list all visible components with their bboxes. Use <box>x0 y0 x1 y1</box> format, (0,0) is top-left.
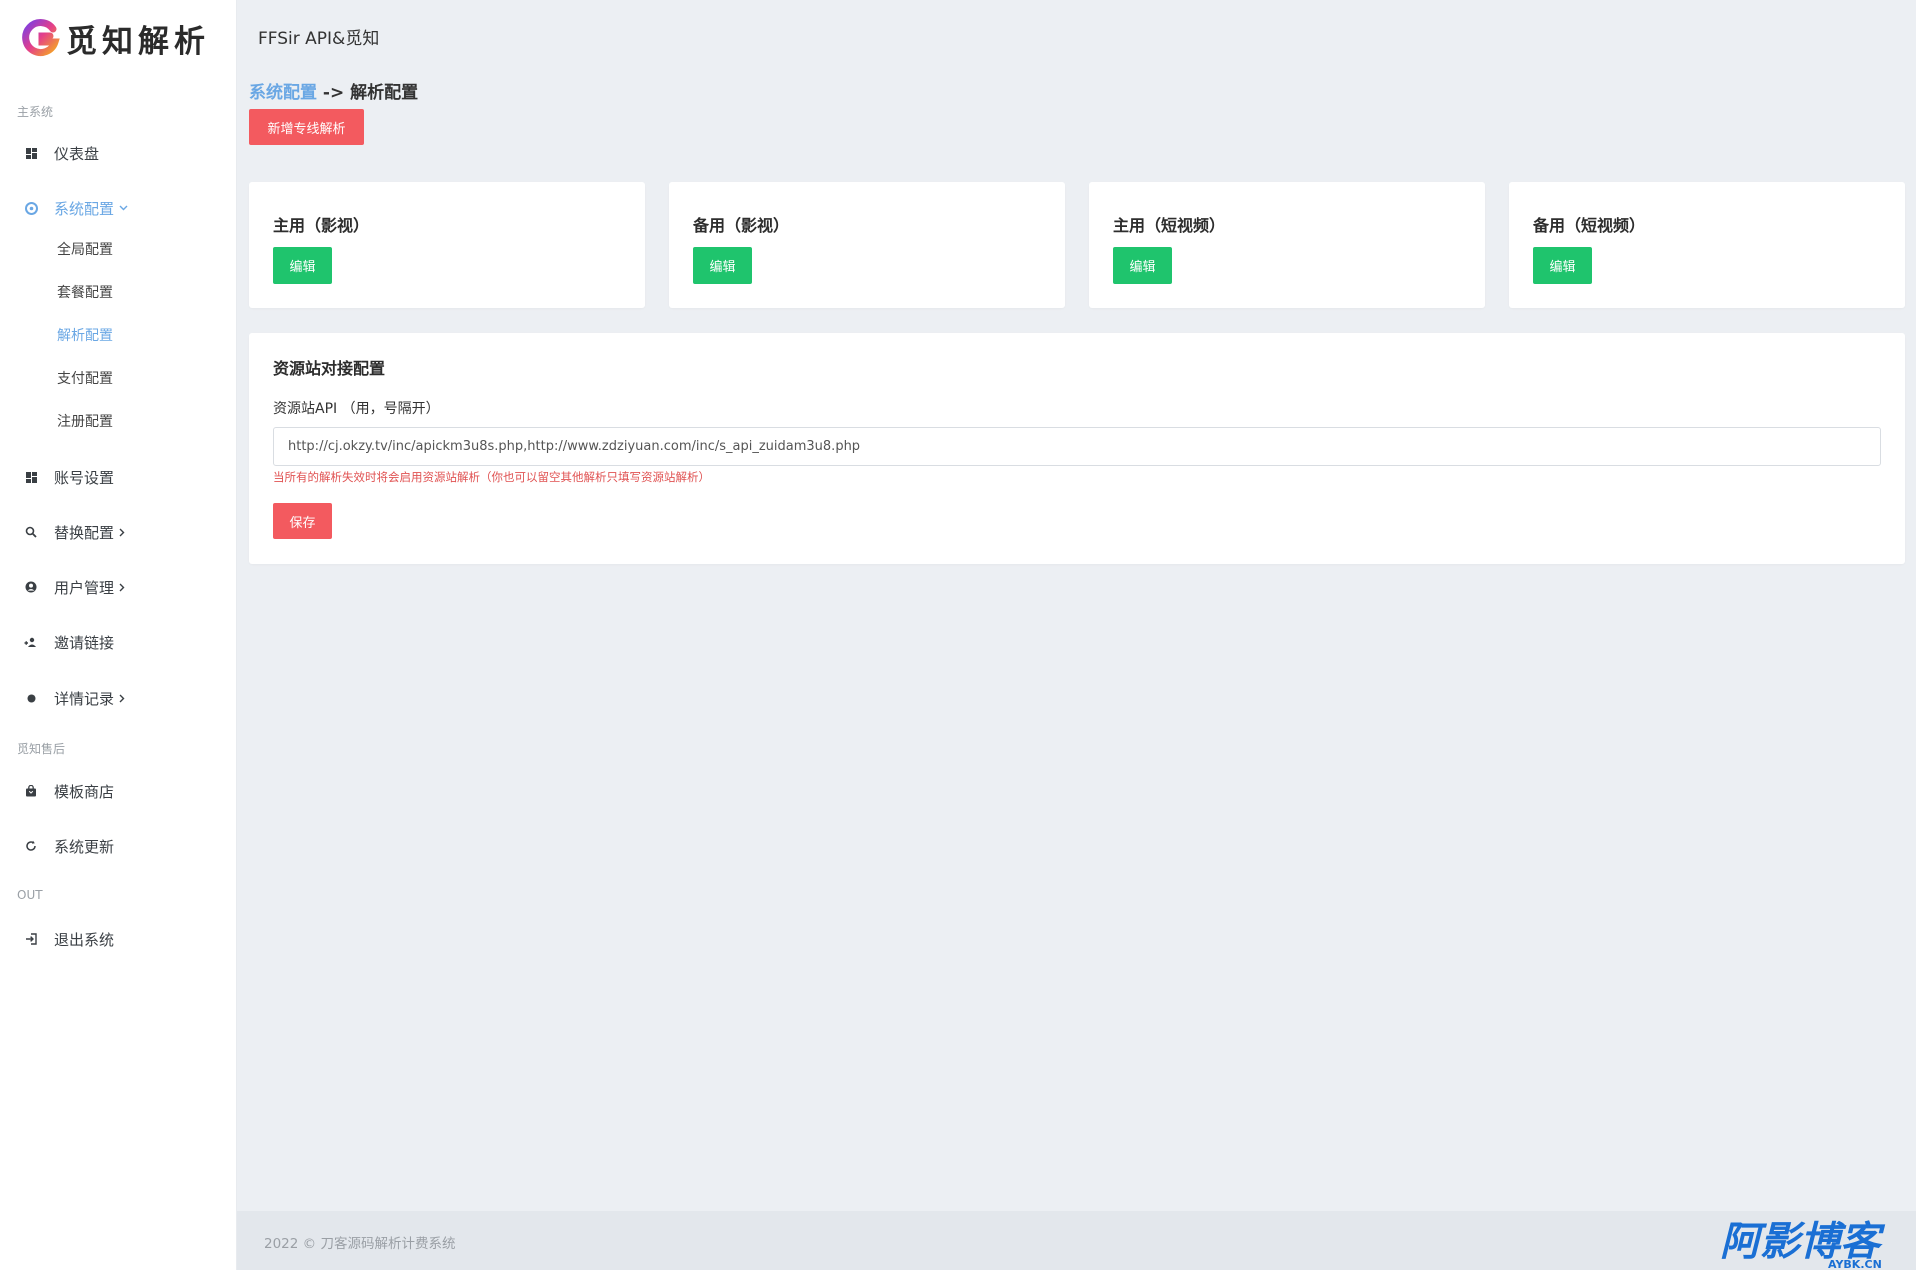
edit-button[interactable]: 编辑 <box>273 247 332 284</box>
logo-icon <box>22 19 60 57</box>
footer-copyright: 2022 © 刀客源码解析计费系统 <box>264 1236 456 1252</box>
card-title: 主用（短视频） <box>1113 216 1226 235</box>
dashboard-icon <box>24 146 38 160</box>
breadcrumb: 系统配置 -> 解析配置 <box>249 78 418 103</box>
sidebar-item-label: 模板商店 <box>54 782 115 801</box>
watermark-logo: 阿影博客 AYBK.CN <box>1720 1219 1886 1270</box>
api-field-hint: 当所有的解析失效时将会启用资源站解析（你也可以留空其他解析只填写资源站解析） <box>273 470 710 484</box>
sidebar-item-logout[interactable]: 退出系统 <box>0 924 236 954</box>
sidebar-subitem-parse-config[interactable]: 解析配置 <box>57 323 113 347</box>
sidebar-item-label: 系统更新 <box>54 837 115 856</box>
sidebar-item-label: 用户管理 <box>54 578 115 597</box>
sidebar-item-system-update[interactable]: 系统更新 <box>0 831 236 861</box>
sidebar-item-label: 仪表盘 <box>54 144 100 163</box>
card-title: 备用（影视） <box>693 216 790 235</box>
breadcrumb-separator: -> <box>317 83 351 103</box>
card-title: 主用（影视） <box>273 216 370 235</box>
sidebar-item-user-management[interactable]: 用户管理 <box>0 572 236 602</box>
edit-button[interactable]: 编辑 <box>1533 247 1592 284</box>
save-button[interactable]: 保存 <box>273 503 332 539</box>
parse-card-main-video: 主用（影视） 编辑 <box>249 182 645 308</box>
sidebar: 觅知解析 主系统 仪表盘 系统配置 全局配置 套餐配置 解析配置 支付配置 注册… <box>0 0 237 1270</box>
sidebar-item-dashboard[interactable]: 仪表盘 <box>0 138 236 168</box>
chevron-right-icon <box>119 527 129 537</box>
parse-card-main-short-video: 主用（短视频） 编辑 <box>1089 182 1485 308</box>
dashboard-icon <box>24 470 38 484</box>
watermark-subtext: AYBK.CN <box>1828 1258 1882 1270</box>
user-icon <box>24 580 38 594</box>
sidebar-item-replace-config[interactable]: 替换配置 <box>0 517 236 547</box>
sidebar-item-label: 邀请链接 <box>54 633 115 652</box>
resource-config-card: 资源站对接配置 资源站API （用，号隔开） 当所有的解析失效时将会启用资源站解… <box>249 333 1905 564</box>
dot-icon <box>24 691 38 705</box>
chevron-down-icon <box>119 203 129 213</box>
parse-card-backup-short-video: 备用（短视频） 编辑 <box>1509 182 1905 308</box>
search-icon <box>24 525 38 539</box>
logout-icon <box>24 932 38 946</box>
header-title: FFSir API&觅知 <box>258 29 380 49</box>
bag-icon <box>24 784 38 798</box>
sidebar-item-template-store[interactable]: 模板商店 <box>0 776 236 806</box>
breadcrumb-parent-link[interactable]: 系统配置 <box>249 83 317 103</box>
footer: 2022 © 刀客源码解析计费系统 阿影博客 AYBK.CN <box>237 1211 1916 1270</box>
resource-api-input[interactable] <box>273 427 1881 466</box>
invite-icon <box>24 635 38 649</box>
app-root: 觅知解析 主系统 仪表盘 系统配置 全局配置 套餐配置 解析配置 支付配置 注册… <box>0 0 1916 1270</box>
sidebar-item-label: 详情记录 <box>54 689 115 708</box>
sidebar-item-label: 系统配置 <box>54 199 115 218</box>
nav-section-after-sales: 觅知售后 <box>17 742 66 756</box>
sidebar-item-account-settings[interactable]: 账号设置 <box>0 462 236 492</box>
card-title: 备用（短视频） <box>1533 216 1646 235</box>
sidebar-subitem-package-config[interactable]: 套餐配置 <box>57 280 113 304</box>
sidebar-item-invite-link[interactable]: 邀请链接 <box>0 627 236 657</box>
system-config-icon <box>24 201 38 215</box>
sidebar-subitem-register-config[interactable]: 注册配置 <box>57 409 113 433</box>
nav-section-out: OUT <box>17 888 43 902</box>
logo-text: 觅知解析 <box>66 23 210 60</box>
nav-section-main: 主系统 <box>17 105 54 119</box>
sidebar-item-system-config[interactable]: 系统配置 <box>0 193 236 223</box>
sidebar-subitem-payment-config[interactable]: 支付配置 <box>57 366 113 390</box>
add-dedicated-parse-button[interactable]: 新增专线解析 <box>249 109 364 145</box>
sidebar-item-label: 替换配置 <box>54 523 115 542</box>
chevron-right-icon <box>119 693 129 703</box>
parse-card-backup-video: 备用（影视） 编辑 <box>669 182 1065 308</box>
chevron-right-icon <box>119 582 129 592</box>
breadcrumb-current: 解析配置 <box>350 83 419 103</box>
sidebar-subitem-global-config[interactable]: 全局配置 <box>57 237 113 261</box>
refresh-icon <box>24 839 38 853</box>
sidebar-item-label: 账号设置 <box>54 468 115 487</box>
card-title: 资源站对接配置 <box>273 359 386 378</box>
sidebar-item-label: 退出系统 <box>54 930 115 949</box>
api-field-label: 资源站API （用，号隔开） <box>273 401 440 417</box>
edit-button[interactable]: 编辑 <box>693 247 752 284</box>
sidebar-item-detail-records[interactable]: 详情记录 <box>0 683 236 713</box>
edit-button[interactable]: 编辑 <box>1113 247 1172 284</box>
logo[interactable]: 觅知解析 <box>20 16 210 60</box>
